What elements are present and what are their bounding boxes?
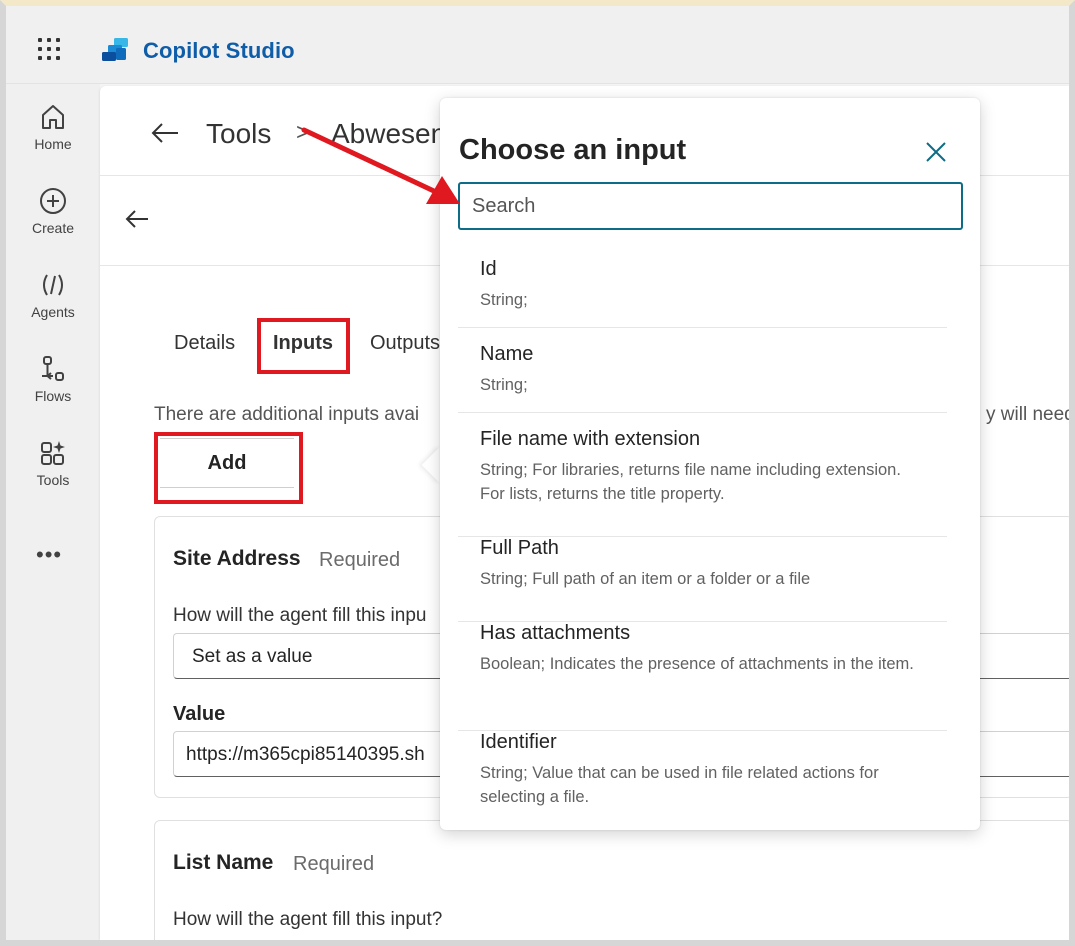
card-title: List Name [173,851,274,874]
rail-item-flows[interactable]: Flows [6,354,100,404]
input-card-list-name: List Name Required How will the agent fi… [154,820,1069,940]
app-launcher-icon[interactable] [38,38,60,60]
additional-inputs-info-tail: y will need [986,404,1075,425]
option-description: String; Full path of an item or a folder… [480,570,811,588]
breadcrumb-tools[interactable]: Tools [206,118,271,150]
search-input[interactable] [458,182,963,230]
copilot-studio-logo-icon [102,38,128,61]
input-option-name[interactable]: Name String; [458,343,947,413]
popup-title: Choose an input [459,134,687,166]
choose-input-popup: Choose an input Id String; Name String; … [440,98,980,830]
input-option-identifier[interactable]: Identifier String; Value that can be use… [458,731,947,830]
fill-method-label: How will the agent fill this inpu [173,605,427,626]
rail-item-create[interactable]: Create [6,186,100,236]
option-name: Full Path [480,537,559,559]
rail-item-agents[interactable]: Agents [6,270,100,320]
rail-item-home-label: Home [34,136,72,152]
rail-item-flows-label: Flows [34,388,72,404]
option-description: Boolean; Indicates the presence of attac… [480,655,914,673]
left-nav-rail: Home Create Agents Flows Tools ••• [6,84,100,940]
app-window: Copilot Studio Home Create Agents Flows … [0,0,1075,946]
rail-item-tools-label: Tools [36,472,70,488]
option-description: String; [480,376,528,394]
annotation-highlight-add [154,432,303,504]
rail-item-agents-label: Agents [31,304,75,320]
plus-circle-icon [40,188,66,214]
required-label: Required [293,853,375,875]
more-icon[interactable]: ••• [36,542,62,568]
option-description: String; Value that can be used in file r… [480,764,879,806]
tab-details[interactable]: Details [174,332,235,355]
flows-icon [42,356,64,381]
top-bar: Copilot Studio [6,6,1069,84]
annotation-highlight-inputs [257,318,350,374]
agents-icon [43,274,63,296]
required-label: Required [319,549,401,571]
option-description: String; For libraries, returns file name… [480,461,901,503]
home-icon [42,105,64,129]
option-name: Name [480,343,534,365]
additional-inputs-info: There are additional inputs avai [154,404,420,425]
option-description: String; [480,291,528,309]
breadcrumb-separator-icon: > [296,119,311,146]
breadcrumb-current: Abwesen [331,118,447,149]
option-name: File name with extension [480,428,701,450]
tools-icon [41,441,65,465]
input-option-file-name-with-extension[interactable]: File name with extension String; For lib… [458,428,947,537]
option-name: Id [480,258,497,280]
rail-item-create-label: Create [31,220,75,236]
option-name: Identifier [480,731,557,753]
card-title: Site Address [173,547,301,570]
rail-item-tools[interactable]: Tools [6,438,100,488]
back-arrow-icon[interactable] [124,208,150,230]
input-option-id[interactable]: Id String; [458,258,947,328]
option-name: Has attachments [480,622,631,644]
back-arrow-icon[interactable] [150,122,180,144]
tab-outputs[interactable]: Outputs [370,332,440,355]
input-option-full-path[interactable]: Full Path String; Full path of an item o… [458,537,947,622]
app-title[interactable]: Copilot Studio [143,38,295,64]
value-label: Value [173,703,226,725]
rail-item-home[interactable]: Home [6,102,100,152]
fill-method-label: How will the agent fill this input? [173,909,443,930]
close-icon[interactable] [924,140,948,164]
input-option-has-attachments[interactable]: Has attachments Boolean; Indicates the p… [458,622,947,731]
